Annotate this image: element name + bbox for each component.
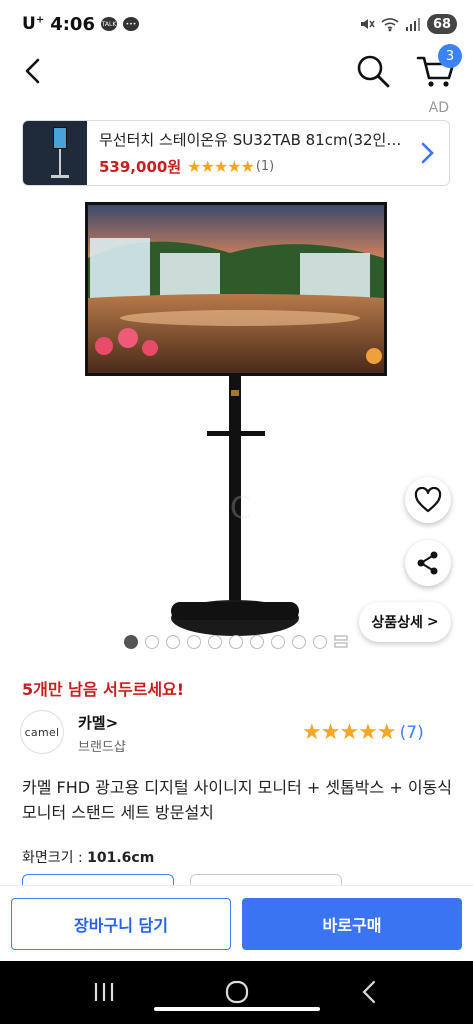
purchase-bar: 장바구니 담기 바로구매: [0, 885, 473, 961]
carousel-dot[interactable]: [145, 635, 159, 649]
home-icon[interactable]: [224, 979, 250, 1005]
ad-star-rating: ★★★★★: [187, 157, 255, 176]
carousel-dot[interactable]: [229, 635, 243, 649]
product-title: 카멜 FHD 광고용 디지털 사이니지 모니터 + 셋톱박스 + 이동식 모니터…: [22, 778, 452, 822]
ad-price: 539,000원: [99, 158, 182, 176]
brand-name-link[interactable]: 카멜>: [78, 712, 118, 733]
buy-now-button[interactable]: 바로구매: [242, 898, 462, 950]
carousel-dot[interactable]: [187, 635, 201, 649]
carousel-dot[interactable]: [208, 635, 222, 649]
chevron-right-icon: [421, 142, 434, 164]
share-icon: [417, 551, 438, 575]
carrier-label: U+: [22, 14, 45, 34]
ad-product-thumbnail: [23, 121, 87, 185]
signal-icon: [406, 18, 420, 31]
top-nav: [0, 48, 473, 94]
carousel-indicator: [124, 635, 348, 649]
carousel-dot[interactable]: [250, 635, 264, 649]
stock-urgency-text: 5개만 남음 서두르세요!: [22, 680, 185, 699]
clock: 4:06: [50, 13, 95, 35]
system-back-icon[interactable]: [360, 980, 378, 1004]
system-navigation-bar: [0, 961, 473, 1024]
carousel-dot[interactable]: [271, 635, 285, 649]
brand-logo[interactable]: camel: [20, 710, 64, 754]
search-icon[interactable]: [354, 52, 392, 90]
star-rating: ★★★★★: [302, 720, 397, 745]
screen-size-spec: 화면크기 : 101.6cm: [22, 850, 155, 866]
back-arrow-icon[interactable]: [18, 54, 48, 88]
gallery-grid-icon[interactable]: [334, 635, 348, 649]
ad-banner[interactable]: 무선터치 스테이온유 SU32TAB 81cm(32인치... 539,000원…: [22, 120, 450, 186]
carousel-dot[interactable]: [292, 635, 306, 649]
ad-title: 무선터치 스테이온유 SU32TAB 81cm(32인치...: [99, 131, 411, 149]
brand-shop-label: 브랜드샵: [78, 740, 126, 755]
carousel-dot[interactable]: [124, 635, 138, 649]
ad-label: AD: [428, 100, 449, 116]
battery-indicator: 68: [427, 14, 457, 34]
heart-icon: [414, 487, 442, 513]
review-count-link[interactable]: (7): [400, 723, 424, 743]
carousel-dot[interactable]: [313, 635, 327, 649]
talk-notification-icon: TALK: [100, 17, 117, 31]
product-detail-label: 상품상세: [371, 615, 423, 631]
image-watermark: C: [230, 491, 251, 526]
product-detail-button[interactable]: 상품상세 >: [359, 602, 451, 642]
wifi-icon: [381, 18, 399, 32]
chevron-right-icon: >: [426, 614, 439, 630]
ad-review-count: (1): [255, 159, 275, 174]
carousel-dot[interactable]: [166, 635, 180, 649]
gesture-handle: [154, 1007, 320, 1011]
mute-icon: [361, 19, 375, 29]
wishlist-button[interactable]: [405, 477, 451, 523]
product-rating[interactable]: ★★★★★ (7): [302, 720, 424, 745]
recent-apps-icon[interactable]: [92, 981, 116, 1003]
share-button[interactable]: [405, 540, 451, 586]
status-bar: U+ 4:06 TALK ••• 68: [0, 0, 473, 48]
cart-count-badge: 3: [438, 44, 462, 68]
product-image[interactable]: C: [0, 198, 473, 638]
message-notification-icon: •••: [122, 17, 139, 31]
add-to-cart-button[interactable]: 장바구니 담기: [11, 898, 231, 950]
